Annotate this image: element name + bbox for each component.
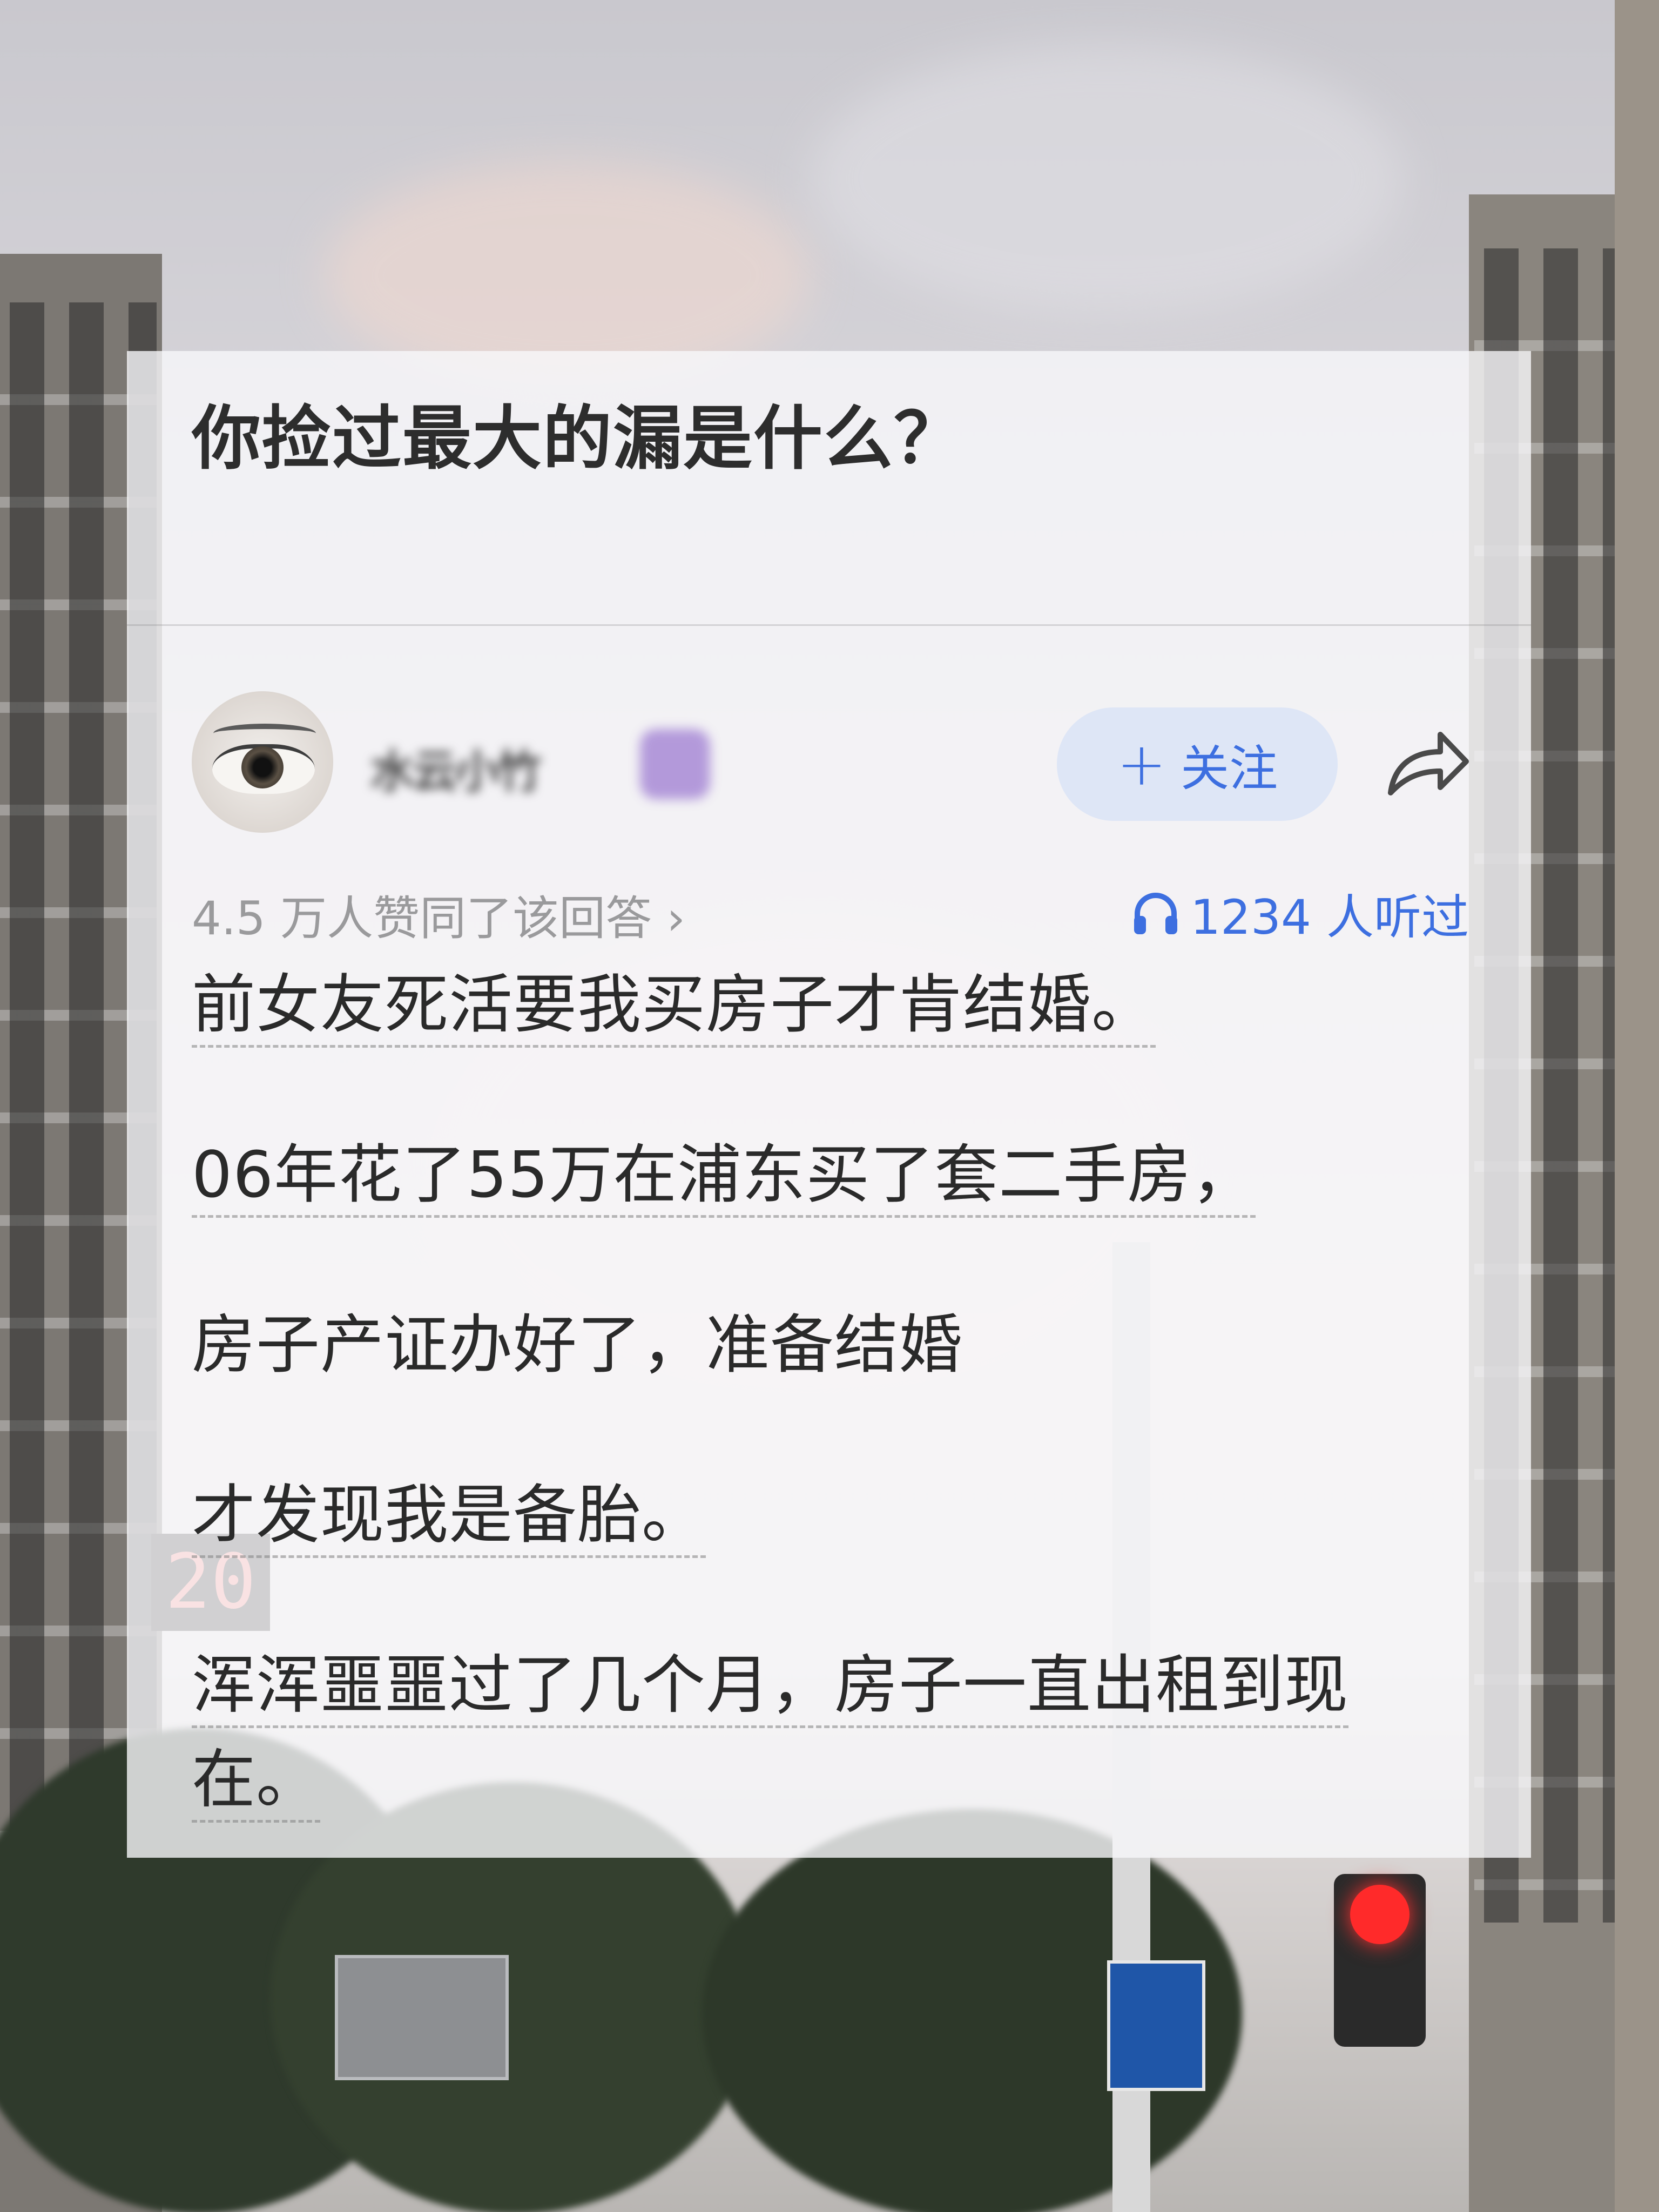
listen-label: 1234 人听过 <box>1190 889 1469 945</box>
answer-card: 你捡过最大的漏是什么？ 水云小竹 + 关注 4.5 万人赞同了该回答 › 123… <box>127 351 1531 1858</box>
author-badge-icon <box>640 729 710 799</box>
answer-paragraph: 浑浑噩噩过了几个月，房子一直出租到现 <box>192 1639 1349 1731</box>
answer-paragraph: 前女友死活要我买房子才肯结婚。 <box>192 959 1156 1050</box>
follow-label: 关注 <box>1181 740 1278 797</box>
question-title[interactable]: 你捡过最大的漏是什么？ <box>192 382 964 482</box>
share-icon[interactable] <box>1380 724 1472 805</box>
answer-paragraph: 房子产证办好了，准备结婚 <box>192 1307 963 1382</box>
avatar-iris <box>241 746 284 788</box>
avatar-brow <box>213 724 316 743</box>
answer-paragraph: 才发现我是备胎。 <box>192 1469 706 1561</box>
plus-icon: + <box>1116 730 1167 799</box>
headset-icon <box>1134 892 1178 934</box>
answer-paragraph: 06年花了55万在浦东买了套二手房， <box>192 1129 1256 1220</box>
follow-button[interactable]: + 关注 <box>1057 707 1338 821</box>
avatar[interactable] <box>192 691 333 833</box>
listen-count[interactable]: 1234 人听过 <box>1131 879 1469 948</box>
likes-count[interactable]: 4.5 万人赞同了该回答 › <box>192 880 685 948</box>
author-name[interactable]: 水云小竹 <box>370 736 613 798</box>
divider <box>127 624 1531 626</box>
answer-paragraph: 在。 <box>192 1734 321 1825</box>
